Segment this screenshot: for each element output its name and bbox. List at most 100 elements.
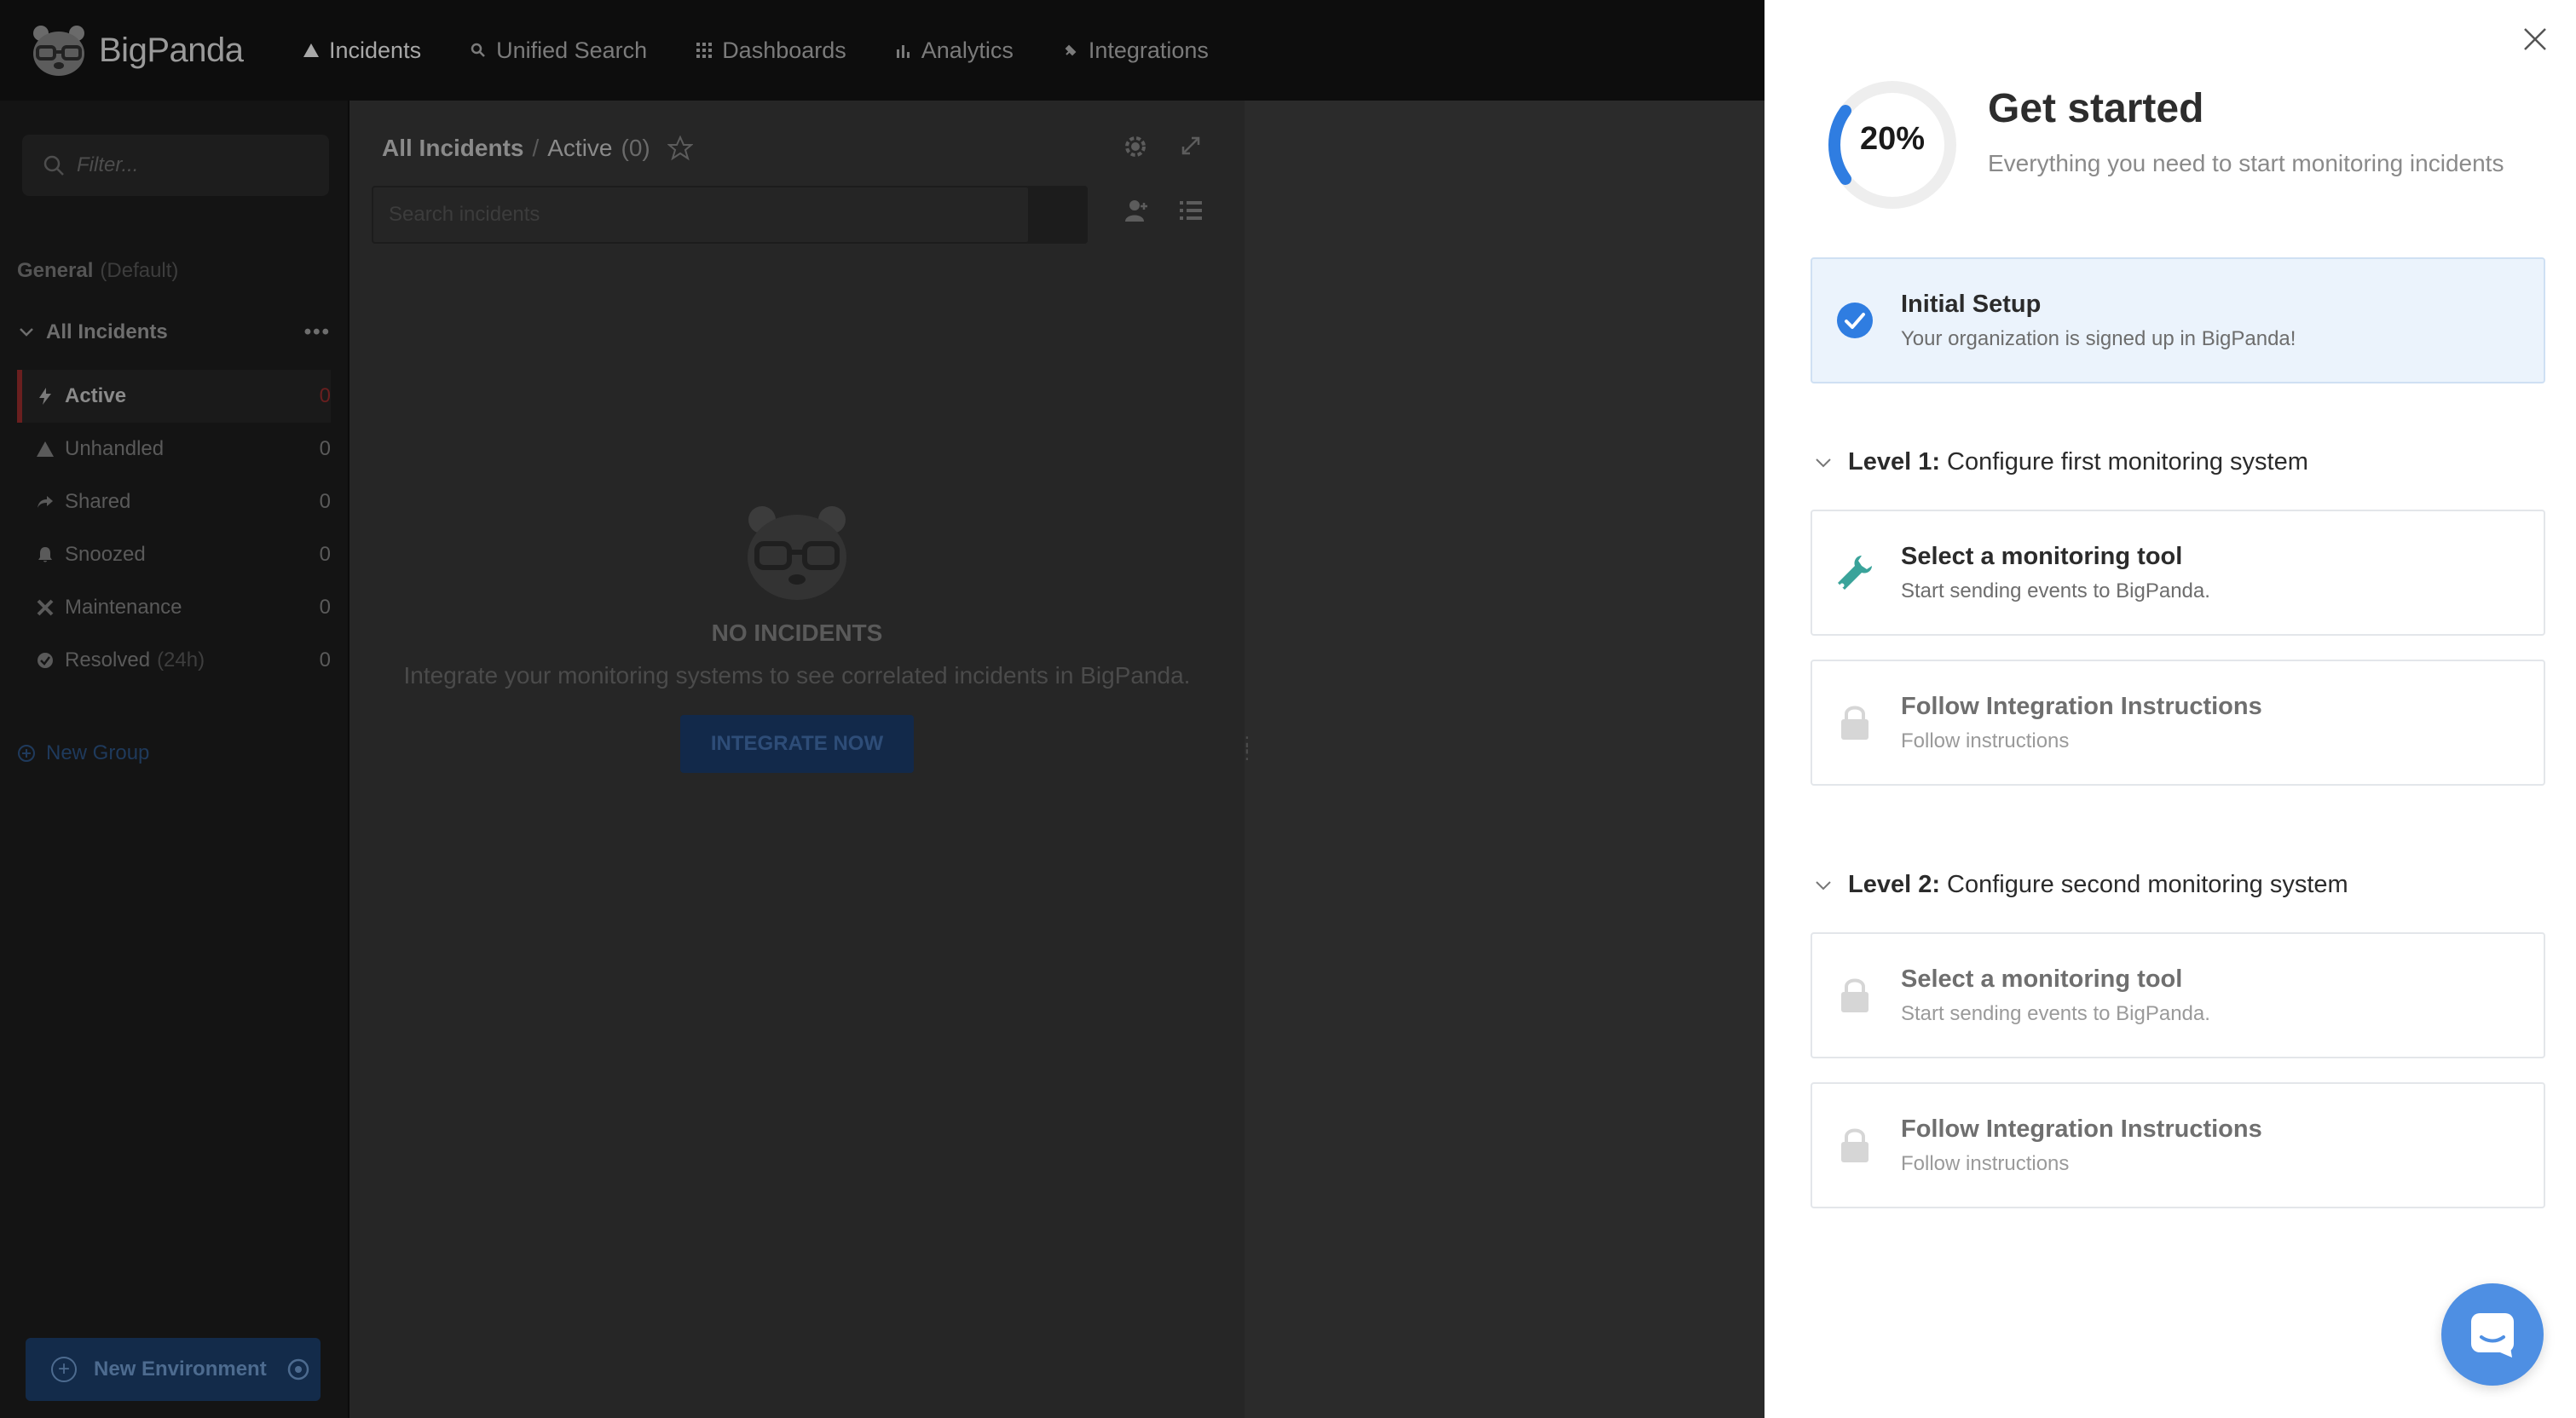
plug-icon xyxy=(1061,41,1080,60)
get-started-title: Get started xyxy=(1988,86,2204,131)
step-subtitle: Follow instructions xyxy=(1901,1151,2070,1175)
main-nav: Incidents Unified Search Dashboards Anal… xyxy=(302,0,1256,101)
grid-icon xyxy=(695,41,713,60)
level-1-header[interactable]: Level 1: Configure first monitoring syst… xyxy=(1812,448,2308,476)
bar-chart-icon xyxy=(894,41,913,60)
nav-incidents[interactable]: Incidents xyxy=(302,0,421,101)
search-toolbar xyxy=(1123,198,1204,223)
folder-resolved[interactable]: Resolved (24h) 0 xyxy=(17,634,331,687)
folder-count: 0 xyxy=(319,648,331,672)
chat-launcher-button[interactable] xyxy=(2441,1283,2544,1386)
nav-label: Incidents xyxy=(329,37,422,63)
nav-label: Dashboards xyxy=(722,37,846,63)
folder-count: 0 xyxy=(319,596,331,619)
list-view-icon[interactable] xyxy=(1178,198,1204,223)
lock-icon xyxy=(1834,975,1875,1016)
folder-label: Active xyxy=(65,384,127,407)
nav-dashboards[interactable]: Dashboards xyxy=(695,0,846,101)
step-title: Initial Setup xyxy=(1901,290,2042,318)
brand-name: BigPanda xyxy=(99,31,244,69)
nav-label: Analytics xyxy=(921,37,1014,63)
chevron-down-icon[interactable] xyxy=(17,323,36,342)
level-2-header[interactable]: Level 2: Configure second monitoring sys… xyxy=(1812,871,2348,899)
step-subtitle: Start sending events to BigPanda. xyxy=(1901,1001,2210,1025)
new-group-label: New Group xyxy=(46,741,150,764)
resize-handle[interactable]: ⋮ ⋮ xyxy=(1238,735,1256,762)
bigpanda-logo[interactable]: BigPanda xyxy=(29,23,285,78)
progress-percent: 20% xyxy=(1859,121,1926,157)
folder-label: Snoozed xyxy=(65,543,146,566)
environment-group-header: General (Default) xyxy=(17,259,178,283)
folder-maintenance[interactable]: Maintenance 0 xyxy=(17,581,331,634)
get-started-drawer: 20% Get started Everything you need to s… xyxy=(1765,0,2576,1418)
filter-placeholder: Filter... xyxy=(77,153,139,176)
folder-label: Shared xyxy=(65,490,131,513)
integrate-now-button[interactable]: INTEGRATE NOW xyxy=(679,715,915,773)
initial-setup-card[interactable]: Initial Setup Your organization is signe… xyxy=(1811,257,2545,383)
breadcrumb-root[interactable]: All Incidents xyxy=(382,135,523,162)
star-icon[interactable] xyxy=(667,135,693,161)
empty-state-text: Integrate your monitoring systems to see… xyxy=(403,662,1191,689)
incidents-panel: All Incidents / Active (0) Search incide… xyxy=(348,101,1245,1418)
chevron-down-icon[interactable] xyxy=(1812,874,1834,896)
folder-active[interactable]: Active 0 xyxy=(17,370,331,423)
share-icon xyxy=(36,493,55,511)
new-group-link[interactable]: New Group xyxy=(17,741,149,765)
environment-settings-icon[interactable] xyxy=(286,1357,310,1381)
expand-icon[interactable] xyxy=(1178,133,1204,159)
search-incidents-input[interactable]: Search incidents xyxy=(372,186,1030,244)
incident-count: (0) xyxy=(621,135,650,161)
nav-integrations[interactable]: Integrations xyxy=(1061,0,1209,101)
filter-input[interactable]: Filter... xyxy=(22,135,329,196)
breadcrumb: All Incidents / Active (0) xyxy=(382,135,693,162)
step-subtitle: Start sending events to BigPanda. xyxy=(1901,579,2210,602)
nav-analytics[interactable]: Analytics xyxy=(894,0,1014,101)
level-title: Configure first monitoring system xyxy=(1947,448,2308,476)
folder-label: Unhandled xyxy=(65,437,165,460)
group-name: General xyxy=(17,259,94,282)
step-title: Select a monitoring tool xyxy=(1901,965,2183,993)
group-default-tag: (Default) xyxy=(100,259,179,282)
nav-unified-search[interactable]: Unified Search xyxy=(469,0,647,101)
nav-label: Unified Search xyxy=(496,37,648,63)
folder-unhandled[interactable]: Unhandled 0 xyxy=(17,423,331,476)
search-button[interactable] xyxy=(1028,186,1088,244)
lock-icon xyxy=(1834,1125,1875,1166)
empty-state-title: NO INCIDENTS xyxy=(711,620,883,646)
all-incidents-environment[interactable]: All Incidents ••• xyxy=(17,320,331,344)
breadcrumb-current: Active xyxy=(547,135,613,161)
plus-circle-icon xyxy=(18,745,35,762)
level-1-integration-instructions-card: Follow Integration Instructions Follow i… xyxy=(1811,660,2545,786)
level-title: Configure second monitoring system xyxy=(1947,871,2348,898)
step-title: Select a monitoring tool xyxy=(1901,542,2183,570)
panda-logo-icon xyxy=(33,26,84,76)
plus-icon: + xyxy=(51,1357,77,1382)
step-title: Follow Integration Instructions xyxy=(1901,692,2262,720)
new-environment-button[interactable]: + New Environment xyxy=(26,1338,321,1401)
folder-count: 0 xyxy=(319,437,331,460)
nav-label: Integrations xyxy=(1088,37,1209,63)
level-prefix: Level 2: xyxy=(1848,871,1940,898)
assign-user-icon[interactable] xyxy=(1123,198,1149,223)
folder-snoozed[interactable]: Snoozed 0 xyxy=(17,528,331,581)
folder-label: Maintenance xyxy=(65,596,182,619)
get-started-subtitle: Everything you need to start monitoring … xyxy=(1988,150,2504,176)
level-1-select-tool-card[interactable]: Select a monitoring tool Start sending e… xyxy=(1811,510,2545,636)
close-icon[interactable] xyxy=(2520,24,2550,55)
panel-toolbar xyxy=(1122,133,1204,160)
warning-icon xyxy=(302,41,321,60)
folder-shared[interactable]: Shared 0 xyxy=(17,476,331,528)
step-title: Follow Integration Instructions xyxy=(1901,1115,2262,1143)
tools-icon xyxy=(36,598,55,617)
search-placeholder: Search incidents xyxy=(389,203,540,226)
chevron-down-icon[interactable] xyxy=(1812,452,1834,474)
empty-state: NO INCIDENTS Integrate your monitoring s… xyxy=(349,501,1245,773)
detail-pane-placeholder xyxy=(1245,101,1765,1418)
search-icon xyxy=(469,41,488,60)
breadcrumb-separator: / xyxy=(532,135,540,161)
more-options-icon[interactable]: ••• xyxy=(304,320,331,344)
check-circle-icon xyxy=(36,651,55,670)
gear-icon[interactable] xyxy=(1122,133,1149,160)
lock-icon xyxy=(1834,702,1875,743)
warning-icon xyxy=(36,440,55,458)
